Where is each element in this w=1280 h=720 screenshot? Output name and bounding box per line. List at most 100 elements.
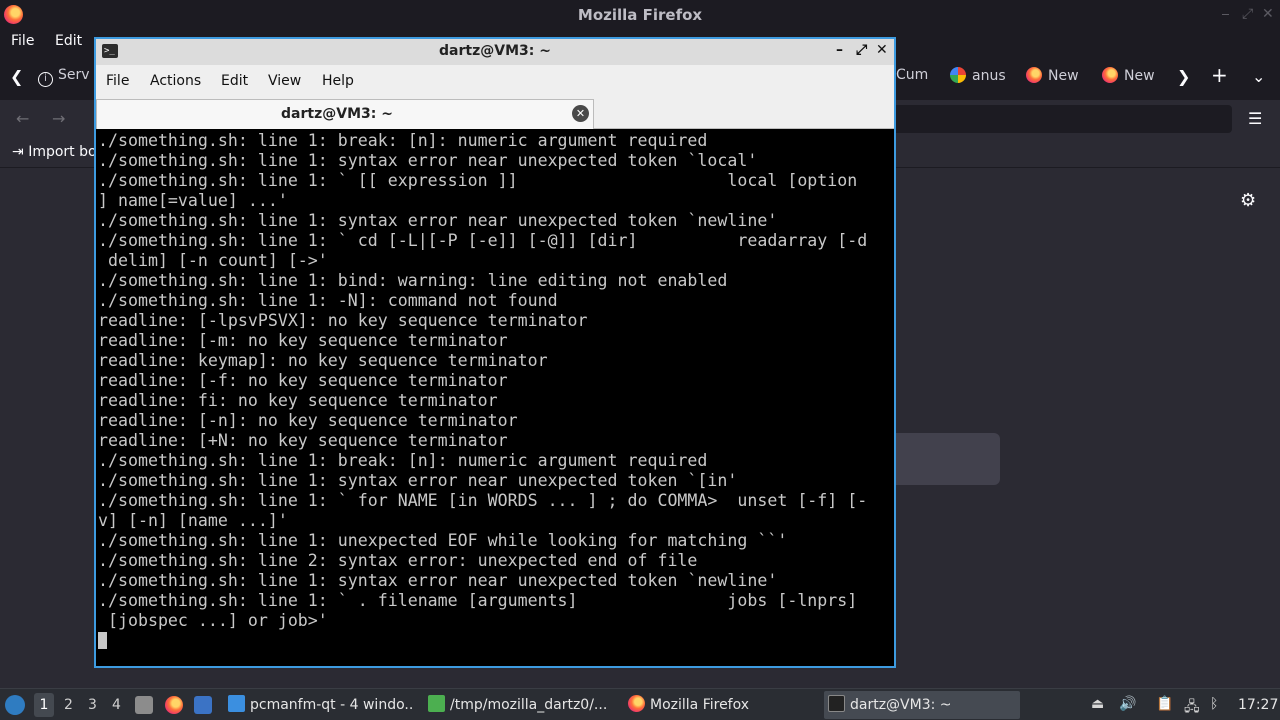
firefox-launcher-icon[interactable]: [165, 696, 183, 714]
firefox-window-title: Mozilla Firefox: [577, 6, 703, 24]
tab-google[interactable]: anus: [950, 67, 1006, 84]
clipboard-icon[interactable]: 📋: [1156, 696, 1173, 712]
terminal-line: ./something.sh: line 1: bind: warning: l…: [98, 271, 728, 290]
start-menu-icon[interactable]: [5, 695, 25, 715]
eject-icon[interactable]: ⏏: [1091, 696, 1104, 712]
terminal-line: ./something.sh: line 1: syntax error nea…: [98, 151, 758, 170]
text-cursor: [98, 632, 107, 649]
tab-scroll-right-icon[interactable]: ❯: [1177, 67, 1190, 86]
firefox-icon: [1026, 67, 1042, 83]
google-icon: [950, 67, 966, 83]
terminal-icon: [828, 695, 845, 712]
terminal-output[interactable]: ./something.sh: line 1: break: [n]: nume…: [98, 131, 892, 666]
minimize-icon[interactable]: ⎯: [1222, 6, 1229, 22]
workspace-4[interactable]: 4: [112, 697, 121, 713]
tab-scroll-left-icon[interactable]: ❮: [10, 67, 23, 86]
tab-label: anus: [972, 68, 1006, 84]
menu-file[interactable]: File: [11, 33, 34, 49]
workspace-1[interactable]: 1: [34, 693, 54, 717]
new-tab-plus-icon[interactable]: +: [1211, 63, 1228, 87]
terminal-window-title: dartz@VM3: ~: [439, 43, 551, 59]
terminal-tabbar: dartz@VM3: ~ ✕: [96, 99, 894, 129]
task-terminal[interactable]: dartz@VM3: ~: [824, 691, 1020, 719]
terminal-line: ./something.sh: line 1: ` [[ expression …: [98, 171, 858, 190]
url-bar[interactable]: [880, 105, 1232, 133]
settings-gear-icon[interactable]: ⚙: [1240, 190, 1256, 211]
terminal-tab[interactable]: dartz@VM3: ~ ✕: [96, 99, 594, 129]
workspace-2[interactable]: 2: [64, 697, 73, 713]
list-all-tabs-chevron-icon[interactable]: ⌄: [1252, 67, 1265, 86]
archive-icon: [428, 695, 445, 712]
search-box[interactable]: [890, 433, 1000, 485]
task-label: Mozilla Firefox: [650, 697, 750, 713]
bluetooth-icon[interactable]: ᛒ: [1210, 696, 1218, 712]
import-icon: ⇥: [12, 144, 29, 160]
terminal-line: ] name[=value] ...': [98, 191, 288, 210]
tab-new-1[interactable]: New: [1026, 67, 1079, 84]
workspace-3[interactable]: 3: [88, 697, 97, 713]
tab-new-2[interactable]: New: [1102, 67, 1155, 84]
task-archive[interactable]: /tmp/mozilla_dartz0/...: [424, 691, 614, 719]
menu-help[interactable]: Help: [322, 73, 354, 89]
terminal-line: ./something.sh: line 1: break: [n]: nume…: [98, 131, 708, 150]
tab-label: New: [1124, 68, 1155, 84]
folder-icon: [228, 695, 245, 712]
terminal-line: readline: [+N: no key sequence terminato…: [98, 431, 508, 450]
terminal-titlebar[interactable]: >_ dartz@VM3: ~ – ⤢ ✕: [96, 39, 894, 65]
terminal-line: ./something.sh: line 1: break: [n]: nume…: [98, 451, 708, 470]
terminal-line: [jobspec ...] or job>': [98, 611, 328, 630]
menu-edit[interactable]: Edit: [55, 33, 82, 49]
terminal-line: readline: keymap]: no key sequence termi…: [98, 351, 548, 370]
import-bookmarks-button[interactable]: ⇥ Import bo: [12, 144, 97, 160]
menu-edit[interactable]: Edit: [221, 73, 248, 89]
menu-actions[interactable]: Actions: [150, 73, 201, 89]
volume-icon[interactable]: 🔊: [1119, 696, 1136, 712]
terminal-prompt-line: [98, 631, 892, 651]
menu-icon[interactable]: ☰: [1248, 109, 1262, 128]
tab-label: Serv: [58, 67, 90, 83]
task-label: pcmanfm-qt - 4 windo...: [250, 697, 414, 713]
menu-view[interactable]: View: [268, 73, 301, 89]
network-icon[interactable]: 🖧: [1184, 696, 1200, 720]
firefox-titlebar: Mozilla Firefox ⎯ ⤢ ✕: [0, 0, 1280, 30]
terminal-window: >_ dartz@VM3: ~ – ⤢ ✕ File Actions Edit …: [94, 37, 896, 668]
firefox-icon: [628, 695, 645, 712]
firefox-icon: [1102, 67, 1118, 83]
file-manager-launcher-icon[interactable]: [194, 696, 212, 714]
maximize-icon[interactable]: ⤢: [856, 42, 867, 58]
minimize-icon[interactable]: –: [836, 42, 843, 58]
clock: 17:27: [1238, 697, 1279, 713]
task-label: dartz@VM3: ~: [850, 697, 952, 713]
tab-partial-left[interactable]: i Serv: [38, 67, 90, 87]
tab-label: New: [1048, 68, 1079, 84]
terminal-line: ./something.sh: line 1: ` . filename [ar…: [98, 591, 858, 610]
tab-label: Cum: [896, 67, 929, 83]
forward-icon[interactable]: →: [52, 109, 65, 128]
terminal-line: readline: [-m: no key sequence terminato…: [98, 331, 508, 350]
task-pcmanfm[interactable]: pcmanfm-qt - 4 windo...: [224, 691, 414, 719]
terminal-line: ./something.sh: line 1: syntax error nea…: [98, 471, 738, 490]
show-desktop-icon[interactable]: [135, 696, 153, 714]
terminal-line: delim] [-n count] [->': [98, 251, 328, 270]
import-bookmarks-label: Import bo: [28, 144, 97, 160]
terminal-line: ./something.sh: line 1: syntax error nea…: [98, 211, 778, 230]
terminal-line: readline: [-n]: no key sequence terminat…: [98, 411, 518, 430]
close-icon[interactable]: ✕: [1262, 6, 1274, 22]
terminal-line: ./something.sh: line 1: ` for NAME [in W…: [98, 491, 868, 510]
tab-partial-right[interactable]: Cum: [896, 67, 928, 83]
terminal-line: ./something.sh: line 2: syntax error: un…: [98, 551, 698, 570]
close-icon[interactable]: ✕: [876, 42, 888, 58]
tab-close-icon[interactable]: ✕: [572, 105, 589, 122]
terminal-line: ./something.sh: line 1: -N]: command not…: [98, 291, 558, 310]
terminal-line: ./something.sh: line 1: unexpected EOF w…: [98, 531, 788, 550]
back-icon[interactable]: ←: [16, 109, 29, 128]
task-firefox[interactable]: Mozilla Firefox: [624, 691, 814, 719]
menu-file[interactable]: File: [106, 73, 129, 89]
terminal-line: readline: [-lpsvPSVX]: no key sequence t…: [98, 311, 588, 330]
taskbar: 1 2 3 4 pcmanfm-qt - 4 windo... /tmp/moz…: [0, 688, 1280, 720]
maximize-icon[interactable]: ⤢: [1242, 6, 1253, 22]
terminal-tab-label: dartz@VM3: ~: [281, 106, 393, 122]
terminal-line: readline: [-f: no key sequence terminato…: [98, 371, 508, 390]
terminal-line: readline: fi: no key sequence terminator: [98, 391, 498, 410]
info-icon: i: [38, 72, 53, 87]
